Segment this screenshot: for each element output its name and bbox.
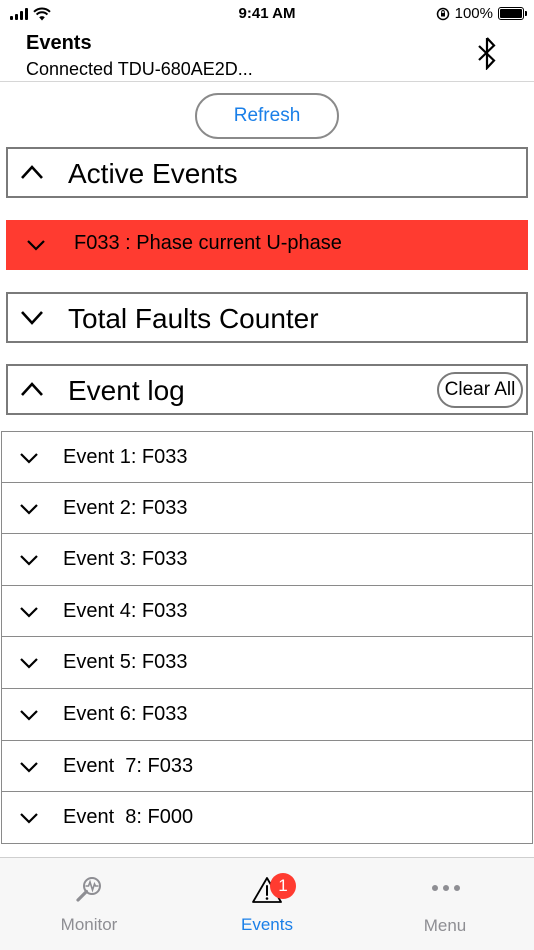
chevron-down-icon [20, 503, 38, 515]
total-faults-title: Total Faults Counter [68, 303, 319, 334]
event-log-item-label: Event 4: F033 [63, 599, 188, 622]
chevron-down-icon [21, 311, 43, 325]
chevron-down-icon [20, 555, 38, 566]
event-log-item-label: Event 1: F033 [63, 446, 188, 468]
battery-icon [498, 7, 527, 20]
event-log-item[interactable]: Event 3: F033 [1, 534, 533, 586]
event-log-item[interactable]: Event 6: F033 [1, 688, 533, 741]
chevron-down-icon [20, 761, 38, 773]
connection-status: Connected TDU-680AE2D... [26, 59, 253, 79]
tab-menu-label: Menu [423, 916, 467, 935]
event-log-header[interactable]: Event log Clear All [6, 364, 528, 415]
chevron-down-icon [20, 813, 38, 824]
chevron-up-icon [21, 165, 43, 179]
bluetooth-icon[interactable] [474, 36, 500, 70]
event-log-item[interactable]: Event 7: F033 [1, 740, 533, 793]
event-log-item[interactable]: Event 2: F033 [1, 482, 533, 535]
tab-monitor[interactable]: Monitor [0, 858, 178, 950]
monitor-icon [76, 877, 101, 902]
active-events-title: Active Events [68, 158, 238, 189]
chevron-down-icon [20, 710, 38, 721]
active-events-header[interactable]: Active Events [6, 147, 528, 198]
chevron-down-icon [20, 607, 38, 618]
orientation-lock-icon [436, 7, 449, 20]
tab-bar: Monitor 1 Events Menu [0, 857, 534, 950]
event-log-item[interactable]: Event 4: F033 [1, 585, 533, 638]
chevron-down-icon [20, 453, 38, 464]
more-icon [432, 885, 460, 891]
tab-menu[interactable]: Menu [356, 858, 534, 950]
event-log-item[interactable]: Event 5: F033 [1, 637, 533, 689]
chevron-down-icon [20, 658, 38, 669]
events-count-badge: 1 [270, 873, 296, 899]
status-bar: 9:41 AM 100% [0, 0, 534, 30]
event-log-title: Event log [68, 375, 185, 406]
tab-monitor-label: Monitor [60, 915, 118, 934]
page-title: Events [26, 32, 92, 54]
tab-events[interactable]: 1 Events [178, 858, 356, 950]
event-log-item-label: Event 3: F033 [63, 548, 188, 571]
event-log-item-label: Event 5: F033 [63, 651, 188, 674]
nav-header: Events Connected TDU-680AE2D... [0, 30, 534, 82]
event-log-item[interactable]: Event 8: F000 [1, 792, 533, 844]
clear-all-button[interactable]: Clear All [437, 372, 523, 408]
total-faults-header[interactable]: Total Faults Counter [6, 292, 528, 343]
chevron-down-icon [27, 240, 45, 251]
event-log-item-label: Event 2: F033 [63, 496, 188, 519]
status-right: 100% [436, 5, 527, 22]
battery-percent: 100% [454, 5, 493, 22]
refresh-button[interactable]: Refresh [195, 93, 339, 139]
active-event-row[interactable]: F033 : Phase current U-phase [6, 220, 528, 270]
event-log-item[interactable]: Event 1: F033 [1, 431, 533, 483]
tab-events-label: Events [241, 915, 293, 934]
event-log-item-label: Event 7: F033 [63, 754, 194, 777]
active-event-label: F033 : Phase current U-phase [74, 232, 342, 254]
event-log-item-label: Event 6: F033 [63, 702, 188, 725]
event-log-item-label: Event 8: F000 [63, 806, 194, 829]
event-log-list: Event 1: F033 Event 2: F033 Event 3: F03… [1, 431, 533, 844]
chevron-up-icon [21, 382, 43, 396]
